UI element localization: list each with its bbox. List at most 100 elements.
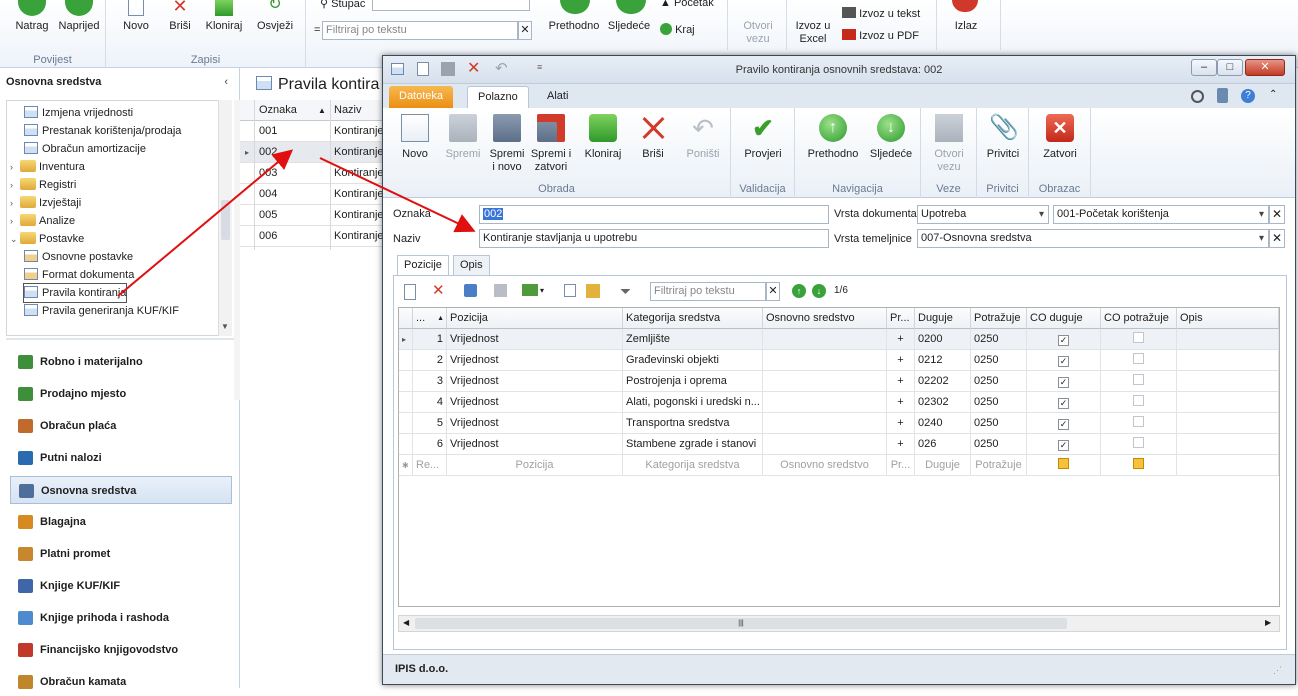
grid-export-dropdown-icon[interactable]: ▾ <box>540 284 556 300</box>
module-item[interactable]: Platni promet <box>10 540 232 568</box>
column-select[interactable] <box>372 0 530 11</box>
module-item[interactable]: Putni nalozi <box>10 444 232 472</box>
grid-cell-co_d[interactable]: ✓ <box>1027 350 1101 371</box>
grid-cell-sign[interactable]: + <box>887 371 915 392</box>
maximize-button[interactable]: □ <box>1217 59 1243 76</box>
grid-cell-co_c[interactable] <box>1101 371 1177 392</box>
unchecked-checkbox[interactable] <box>1133 416 1144 427</box>
new-row-opis[interactable] <box>1177 455 1279 476</box>
hscroll-thumb[interactable]: ||| <box>415 618 1067 629</box>
grid-cell-asset[interactable] <box>763 329 887 350</box>
grid-filter-icon[interactable]: ⏷ <box>620 284 636 300</box>
grid-clear-filter-icon[interactable]: ✕ <box>766 282 780 301</box>
grid-copy-icon[interactable] <box>564 284 576 297</box>
exit-button[interactable]: Izlaz <box>944 20 988 33</box>
grid-export-icon[interactable] <box>522 284 538 296</box>
grid-filter-input[interactable]: Filtriraj po tekstu <box>650 282 766 301</box>
basis-select[interactable]: 007-Osnovna sredstva <box>917 229 1269 248</box>
doc-type-select[interactable]: Upotreba <box>917 205 1049 224</box>
grid-cell-asset[interactable] <box>763 371 887 392</box>
grid-cell-credit[interactable]: 0250 <box>971 350 1027 371</box>
tree-item[interactable]: ⌄ Postavke <box>10 230 84 248</box>
module-item[interactable]: Knjige prihoda i rashoda <box>10 604 232 632</box>
export-excel-button[interactable]: Izvoz u Excel <box>790 20 836 46</box>
grid-cell-debit[interactable]: 026 <box>915 434 971 455</box>
unchecked-checkbox[interactable] <box>1133 353 1144 364</box>
grid-cell-sign[interactable]: + <box>887 350 915 371</box>
tree-item[interactable]: Prestanak korištenja/prodaja <box>24 122 181 140</box>
module-item[interactable]: Robno i materijalno <box>10 348 232 376</box>
grid-cell-sign[interactable]: + <box>887 434 915 455</box>
dialog-close-button[interactable]: ✕ Zatvori <box>1035 114 1085 161</box>
tree-item[interactable]: Pravila generiranja KUF/KIF <box>24 302 179 320</box>
new-row-placeholder[interactable]: Duguje <box>915 455 971 476</box>
minimize-button[interactable]: – <box>1191 59 1217 76</box>
new-row-checkbox[interactable] <box>1133 458 1144 469</box>
grid-cell-opis[interactable] <box>1177 329 1279 350</box>
grid-cell-sign[interactable]: + <box>887 413 915 434</box>
undo-button[interactable]: ↶ Poništi <box>679 114 727 161</box>
grid-cell-debit[interactable]: 02202 <box>915 371 971 392</box>
clear-doc-type-icon[interactable]: ✕ <box>1269 205 1285 224</box>
main-filter-input[interactable]: Filtriraj po tekstu <box>322 21 518 40</box>
back-button[interactable]: Natrag <box>12 0 52 33</box>
new-row-checkbox[interactable] <box>1058 458 1069 469</box>
grid-row[interactable]: 4 Vrijednost Alati, pogonski i uredski n..… <box>399 392 1279 413</box>
new-row-placeholder[interactable]: Pozicija <box>447 455 623 476</box>
new-row-checkbox-cell[interactable] <box>1027 455 1101 476</box>
grid-cell-n[interactable]: 4 <box>413 392 447 413</box>
clone-record-button[interactable]: Kloniraj <box>202 0 246 33</box>
collapse-ribbon-icon[interactable]: ⌃ <box>1269 89 1277 100</box>
scroll-right-icon[interactable]: ▶ <box>1265 618 1271 627</box>
new-row-placeholder[interactable]: Pr... <box>887 455 915 476</box>
main-next-button[interactable]: Sljedeće <box>606 20 652 33</box>
collapsed-chevron-icon[interactable]: › <box>10 212 20 230</box>
code-input[interactable]: 002 <box>479 205 829 224</box>
grid-cell-n[interactable]: 3 <box>413 371 447 392</box>
help-icon[interactable]: ? <box>1241 89 1255 103</box>
grid-cell-pos[interactable]: Vrijednost <box>447 413 623 434</box>
tab-opis[interactable]: Opis <box>453 255 490 275</box>
checked-checkbox[interactable]: ✓ <box>1058 398 1069 409</box>
col-asset-header[interactable]: Osnovno sredstvo <box>763 308 887 329</box>
new-row-placeholder[interactable]: Osnovno sredstvo <box>763 455 887 476</box>
grid-cell-co_d[interactable]: ✓ <box>1027 413 1101 434</box>
grid-delete-icon[interactable]: ✕ <box>432 283 448 300</box>
collapsed-chevron-icon[interactable]: › <box>10 158 20 176</box>
col-code-header[interactable]: Oznaka <box>259 100 297 121</box>
grid-cell-opis[interactable] <box>1177 392 1279 413</box>
grid-hscrollbar[interactable]: ◀ ||| ▶ <box>398 615 1280 632</box>
list-row[interactable]: 003 Kontiranje <box>240 163 384 184</box>
dialog-next-button[interactable]: ↓ Sljedeće <box>865 114 917 161</box>
tree-item[interactable]: Osnovne postavke <box>24 248 133 266</box>
grid-prev-icon[interactable]: ↑ <box>792 284 806 298</box>
grid-cell-debit[interactable]: 0212 <box>915 350 971 371</box>
grid-cell-co_c[interactable] <box>1101 434 1177 455</box>
grid-cell-sign[interactable]: + <box>887 329 915 350</box>
grid-cell-cat[interactable]: Građevinski objekti <box>623 350 763 371</box>
grid-cell-co_d[interactable]: ✓ <box>1027 329 1101 350</box>
grid-cell-co_d[interactable]: ✓ <box>1027 371 1101 392</box>
col-position-header[interactable]: Pozicija <box>447 308 623 329</box>
grid-paste-icon[interactable] <box>586 284 600 298</box>
refresh-button[interactable]: ↻ Osvježi <box>252 0 298 33</box>
grid-row[interactable]: 2 Vrijednost Građevinski objekti +0212 0250 ✓ <box>399 350 1279 371</box>
checked-checkbox[interactable]: ✓ <box>1058 440 1069 451</box>
grid-cell-pos[interactable]: Vrijednost <box>447 434 623 455</box>
attachments-button[interactable]: 📎 Privitci <box>979 114 1027 161</box>
save-and-close-button[interactable]: Spremi i zatvori <box>529 114 573 174</box>
grid-cell-debit[interactable]: 0240 <box>915 413 971 434</box>
delete-record-button[interactable]: ✕ Briši <box>162 0 198 33</box>
grid-cell-co_d[interactable]: ✓ <box>1027 392 1101 413</box>
module-item[interactable]: Blagajna <box>10 508 232 536</box>
grid-row[interactable]: 3 Vrijednost Postrojenja i oprema +02202 025… <box>399 371 1279 392</box>
grid-cell-co_d[interactable]: ✓ <box>1027 434 1101 455</box>
grid-print-icon[interactable] <box>494 284 507 297</box>
module-item[interactable]: Osnovna sredstva <box>10 476 232 504</box>
grid-next-icon[interactable]: ↓ <box>812 284 826 298</box>
col-sign-header[interactable]: Pr... <box>887 308 915 329</box>
grid-cell-credit[interactable]: 0250 <box>971 371 1027 392</box>
grid-cell-asset[interactable] <box>763 350 887 371</box>
list-row[interactable]: 005 Kontiranje <box>240 205 384 226</box>
theme-icon[interactable] <box>1191 90 1204 103</box>
